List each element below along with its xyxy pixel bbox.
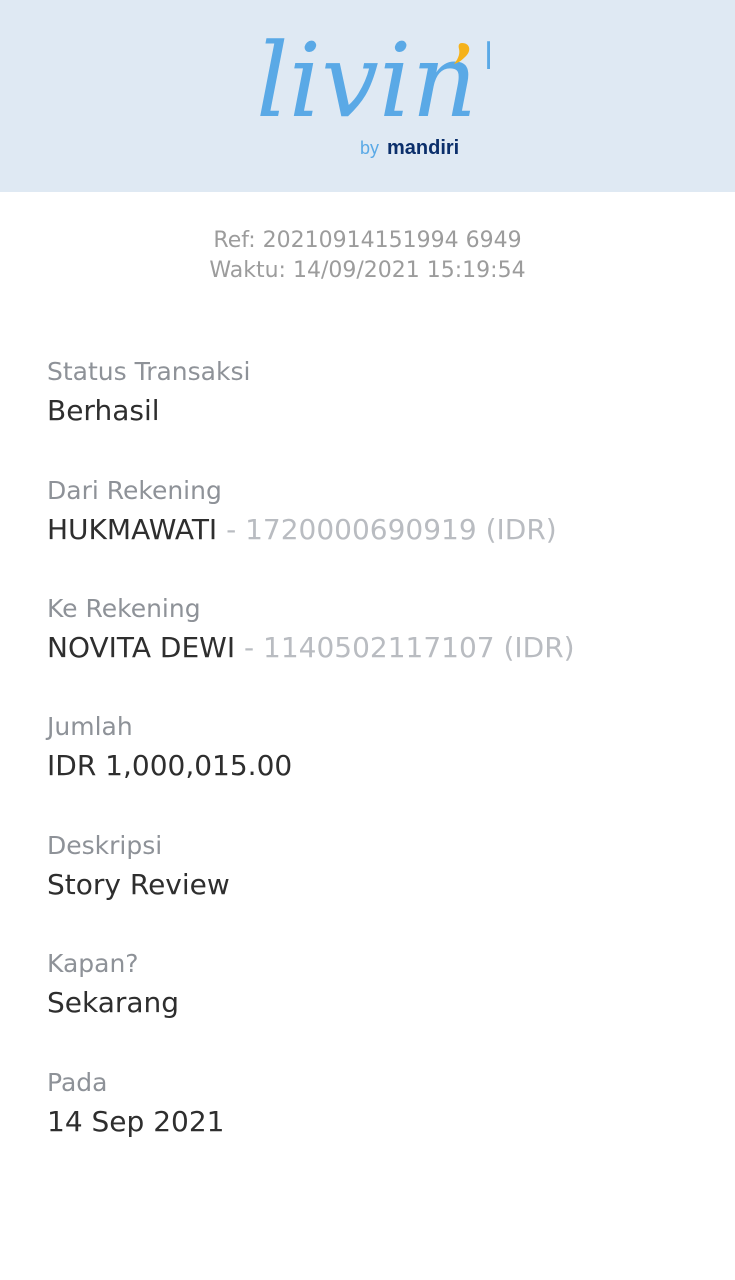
description-label: Deskripsi (47, 831, 163, 860)
reference-number: Ref: 20210914151994 6949 (213, 228, 522, 253)
livin-logo-icon: livin' by mandiri (256, 22, 490, 159)
status-label: Status Transaksi (47, 357, 251, 386)
when-field: Kapan? Sekarang (47, 948, 707, 1020)
date-field: Pada 14 Sep 2021 (47, 1067, 707, 1139)
status-field: Status Transaksi Berhasil (47, 356, 707, 428)
description-field: Deskripsi Story Review (47, 830, 707, 902)
status-value: Berhasil (47, 394, 160, 427)
from-account-value: HUKMAWATI - 1720000690919 (IDR) (47, 513, 707, 547)
description-value: Story Review (47, 868, 230, 901)
svg-text:livin': livin' (256, 22, 490, 141)
when-value: Sekarang (47, 986, 180, 1019)
date-label: Pada (47, 1068, 108, 1097)
from-account-name: HUKMAWATI (47, 513, 218, 546)
svg-text:by: by (360, 138, 379, 158)
when-label: Kapan? (47, 949, 139, 978)
amount-value: IDR 1,000,015.00 (47, 749, 293, 782)
transaction-time: Waktu: 14/09/2021 15:19:54 (209, 258, 526, 283)
livin-mandiri-logo: livin' by mandiri (250, 20, 490, 165)
svg-text:mandiri: mandiri (387, 137, 459, 159)
amount-label: Jumlah (47, 712, 133, 741)
from-account-number: - 1720000690919 (IDR) (217, 513, 557, 546)
to-account-value: NOVITA DEWI - 1140502117107 (IDR) (47, 631, 707, 665)
date-value: 14 Sep 2021 (47, 1105, 225, 1138)
to-account-name: NOVITA DEWI (47, 631, 236, 664)
from-account-label: Dari Rekening (47, 476, 222, 505)
to-account-field: Ke Rekening NOVITA DEWI - 1140502117107 … (47, 593, 707, 665)
reference-info: Ref: 20210914151994 6949 Waktu: 14/09/20… (0, 226, 735, 286)
app-header: livin' by mandiri (0, 0, 735, 192)
to-account-label: Ke Rekening (47, 594, 201, 623)
amount-field: Jumlah IDR 1,000,015.00 (47, 711, 707, 783)
from-account-field: Dari Rekening HUKMAWATI - 1720000690919 … (47, 475, 707, 547)
to-account-number: - 1140502117107 (IDR) (235, 631, 575, 664)
